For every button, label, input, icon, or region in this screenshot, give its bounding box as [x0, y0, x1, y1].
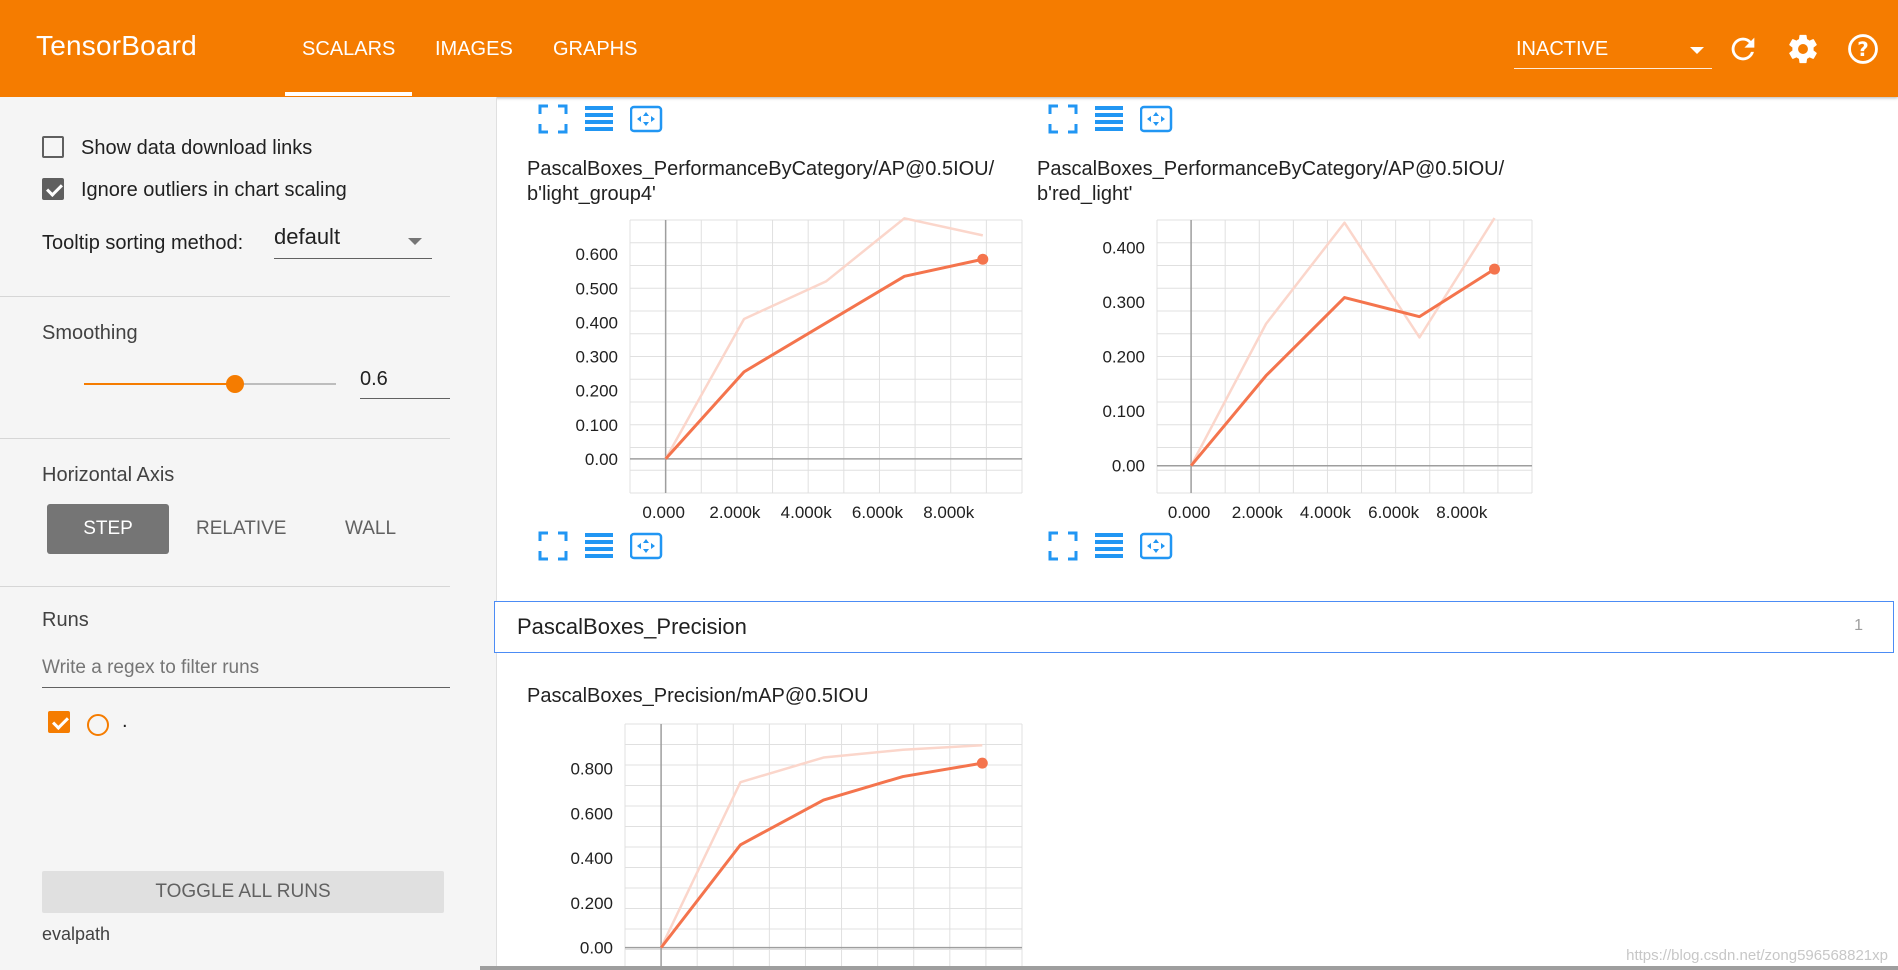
series-end-point [1489, 263, 1500, 275]
y-tick-label: 0.100 [575, 416, 618, 435]
y-tick-label: 0.200 [575, 382, 618, 401]
y-tick-label: 0.400 [575, 313, 618, 332]
toggle-y-log-icon[interactable] [583, 531, 617, 561]
x-tick-label: 8.000k [923, 503, 975, 522]
toggle-y-log-icon[interactable] [583, 104, 617, 134]
fit-domain-icon[interactable] [630, 104, 664, 134]
y-tick-label: 0.300 [1102, 293, 1145, 312]
fit-domain-icon[interactable] [1140, 104, 1174, 134]
series-line-raw [1189, 217, 1496, 467]
y-tick-label: 0.400 [570, 849, 613, 868]
chart-1: 0.400 0.300 0.200 0.100 0.00 0.000 2.000k 4.000… [1102, 217, 1533, 522]
x-tick-label: 0.000 [642, 503, 685, 522]
x-tick-label: 4.000k [781, 503, 833, 522]
watermark: https://blog.csdn.net/zong596568821xp [1626, 947, 1888, 964]
section-header-precision[interactable]: PascalBoxes_Precision 1 [494, 601, 1894, 653]
y-tick-label: 0.200 [1102, 348, 1145, 367]
chart-title: PascalBoxes_PerformanceByCategory/AP@0.5… [527, 158, 995, 205]
fullscreen-icon[interactable] [538, 531, 572, 561]
fullscreen-icon[interactable] [1048, 104, 1082, 134]
y-tick-label: 0.00 [580, 939, 613, 958]
y-tick-label: 0.100 [1102, 402, 1145, 421]
horizontal-scrollbar[interactable] [480, 966, 1898, 970]
section-count: 1 [1854, 617, 1863, 634]
series-end-point [976, 757, 988, 769]
y-tick-label: 0.200 [570, 894, 613, 913]
series-line-raw [659, 743, 983, 949]
y-tick-label: 0.400 [1102, 238, 1145, 257]
chart-title: PascalBoxes_Precision/mAP@0.5IOU [527, 685, 869, 707]
chart-2: 0.800 0.600 0.400 0.200 0.00 [570, 723, 1023, 970]
fullscreen-icon[interactable] [1048, 531, 1082, 561]
fit-domain-icon[interactable] [1140, 531, 1174, 561]
y-tick-label: 0.300 [575, 348, 618, 367]
y-tick-label: 0.00 [585, 450, 618, 469]
y-tick-label: 0.800 [570, 760, 613, 779]
y-tick-label: 0.600 [570, 804, 613, 823]
y-tick-label: 0.500 [575, 279, 618, 298]
x-tick-label: 6.000k [852, 503, 904, 522]
x-tick-label: 8.000k [1436, 503, 1488, 522]
chart-0: 0.600 0.500 0.400 0.300 0.200 0.100 0.00 0.000 2… [575, 217, 1023, 522]
x-tick-label: 4.000k [1300, 503, 1352, 522]
series-line-smoothed [659, 761, 983, 949]
x-tick-label: 2.000k [1232, 503, 1284, 522]
y-tick-label: 0.600 [575, 245, 618, 264]
series-line-smoothed [1189, 267, 1496, 467]
series-line-smoothed [664, 257, 984, 460]
fullscreen-icon[interactable] [538, 104, 572, 134]
toggle-y-log-icon[interactable] [1093, 531, 1127, 561]
series-end-point [977, 253, 989, 265]
x-tick-label: 0.000 [1168, 503, 1211, 522]
toggle-y-log-icon[interactable] [1093, 104, 1127, 134]
x-tick-label: 6.000k [1368, 503, 1420, 522]
x-tick-label: 2.000k [709, 503, 761, 522]
y-tick-label: 0.00 [1112, 457, 1145, 476]
fit-domain-icon[interactable] [630, 531, 664, 561]
section-title: PascalBoxes_Precision [517, 614, 747, 639]
series-line-raw [664, 217, 984, 460]
charts-layer: 0.600 0.500 0.400 0.300 0.200 0.100 0.00 0.000 2… [570, 217, 1533, 970]
chart-title: PascalBoxes_PerformanceByCategory/AP@0.5… [1037, 158, 1505, 205]
